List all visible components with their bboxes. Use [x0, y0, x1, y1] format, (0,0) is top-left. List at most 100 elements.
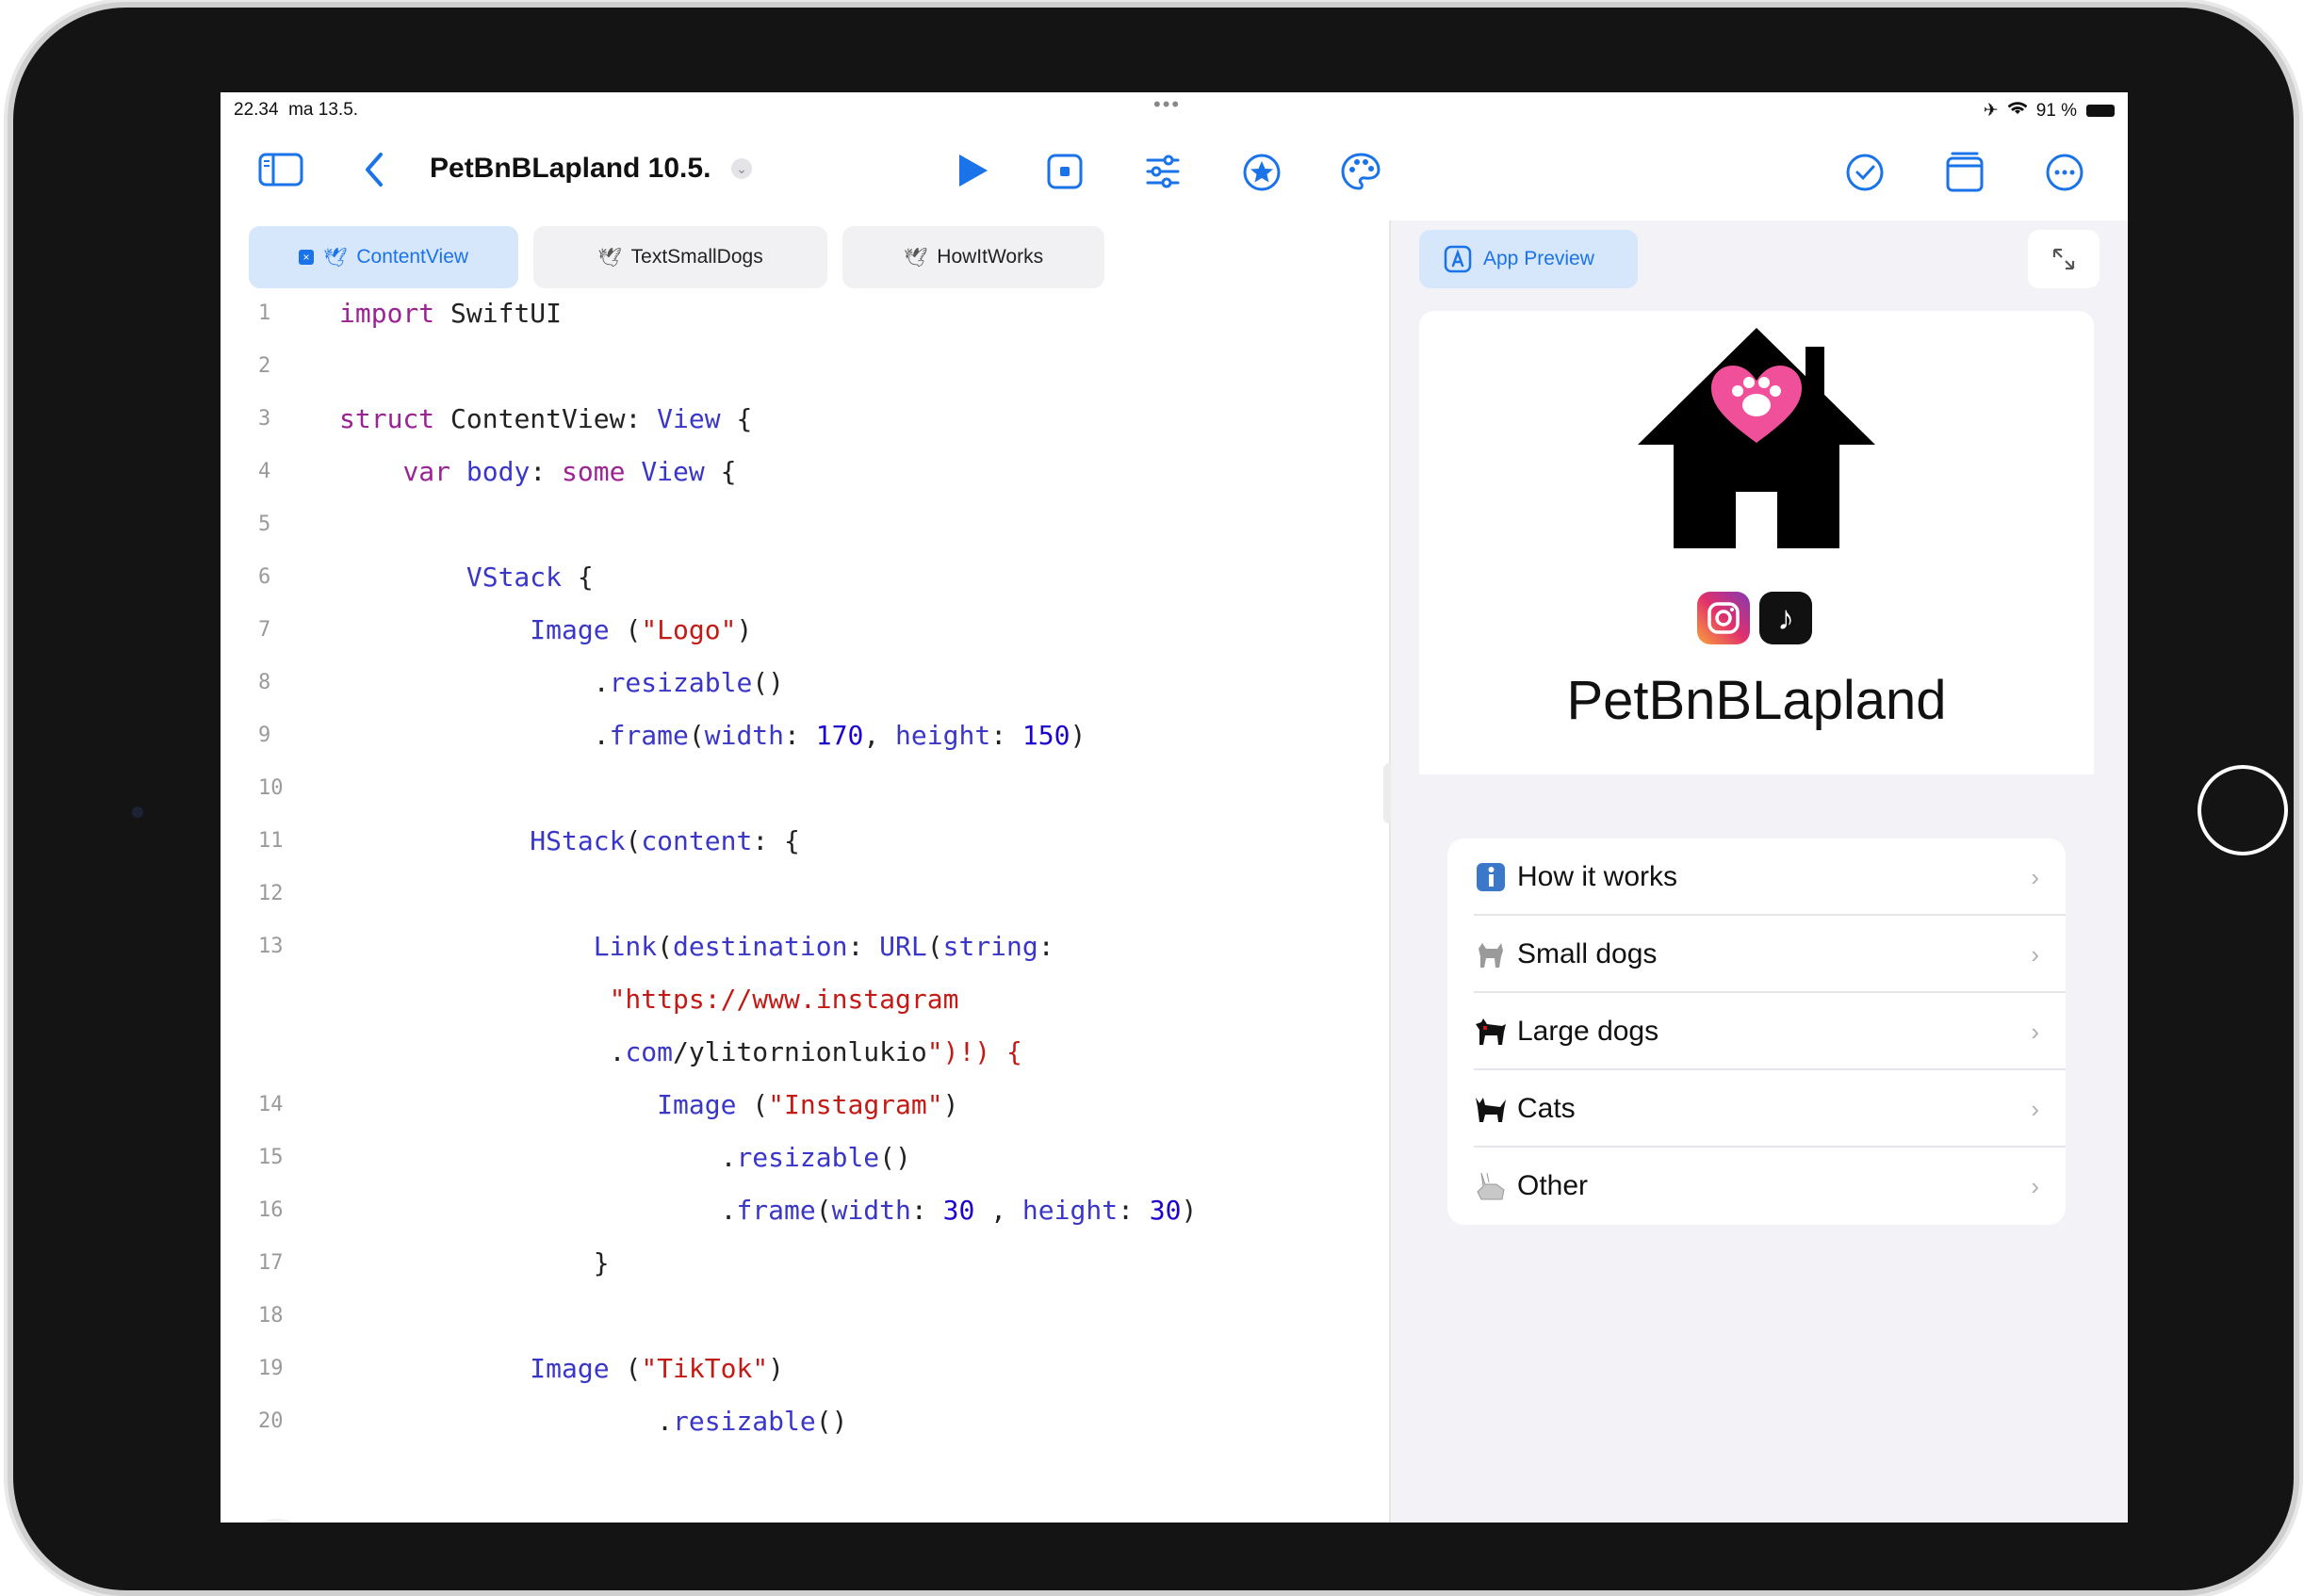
code-line[interactable]: 1 import SwiftUI	[221, 296, 1389, 349]
battery-icon	[2086, 105, 2115, 117]
rabbit-icon	[1474, 1169, 1508, 1203]
code-line[interactable]: 2	[221, 349, 1389, 401]
status-time: 22.34 ma 13.5.	[234, 100, 359, 120]
list-item-label: Small dogs	[1517, 938, 1658, 969]
instagram-icon[interactable]	[1697, 592, 1750, 644]
chevron-right-icon: ›	[2031, 940, 2039, 969]
close-tab-icon[interactable]: ×	[298, 250, 314, 265]
run-play-icon[interactable]	[956, 153, 989, 193]
list-item-cats[interactable]: Cats ›	[1447, 1070, 2066, 1148]
code-text: .resizable()	[339, 667, 785, 698]
code-text: .resizable()	[339, 1142, 911, 1173]
wifi-icon	[2007, 101, 2028, 122]
back-chevron-icon[interactable]	[362, 151, 386, 193]
tiktok-icon[interactable]: ♪	[1759, 592, 1812, 644]
code-line[interactable]: 13 Link(destination: URL(string:	[221, 929, 1389, 982]
list-item-label: Cats	[1517, 1093, 1576, 1124]
code-line[interactable]: 12	[221, 876, 1389, 929]
line-number: 8	[258, 671, 271, 694]
code-line[interactable]: 5	[221, 507, 1389, 560]
code-line[interactable]: 4 var body: some View {	[221, 454, 1389, 507]
tab-howitworks[interactable]: 🕊 HowItWorks	[842, 226, 1104, 288]
list-item-label: Large dogs	[1517, 1016, 1659, 1047]
code-line[interactable]: 17 }	[221, 1246, 1389, 1298]
code-text: Image ("Instagram")	[657, 1089, 959, 1120]
code-line[interactable]: 10	[221, 771, 1389, 823]
chevron-right-icon: ›	[2031, 1018, 2039, 1046]
multitasking-dots-icon[interactable]: •••	[1153, 92, 1181, 117]
line-number: 15	[258, 1146, 284, 1169]
code-line[interactable]: 15 .resizable()	[221, 1140, 1389, 1193]
title-menu-chevron-icon[interactable]: ⌄	[731, 158, 752, 179]
expand-arrows-icon	[2052, 248, 2075, 270]
project-title[interactable]: PetBnBLapland 10.5.	[430, 153, 711, 185]
code-editor: × 🕊 ContentView 🕊 TextSmallDogs 🕊 HowItW…	[221, 220, 1389, 1523]
code-text: .frame(width: 170, height: 150)	[339, 720, 1087, 751]
documentation-button[interactable]	[241, 1519, 313, 1523]
house-logo	[1638, 328, 1875, 548]
code-line[interactable]: 11 HStack(content: {	[221, 823, 1389, 876]
home-button[interactable]	[2198, 765, 2288, 855]
star-badge-icon[interactable]	[1242, 153, 1282, 197]
line-number: 4	[258, 460, 271, 483]
list-item-large-dogs[interactable]: Large dogs ›	[1447, 993, 2066, 1070]
preview-canvas: ♪ PetBnBLapland How it works › Small dog…	[1419, 311, 2094, 1492]
checkmark-circle-icon[interactable]	[1845, 153, 1885, 197]
code-line[interactable]: 9 .frame(width: 170, height: 150)	[221, 718, 1389, 771]
line-number: 18	[258, 1304, 284, 1327]
code-line[interactable]: 14 Image ("Instagram")	[221, 1087, 1389, 1140]
line-number: 9	[258, 724, 271, 747]
airplane-icon: ✈	[1983, 101, 1999, 121]
app-preview-tab[interactable]: App Preview	[1419, 230, 1638, 288]
code-line[interactable]: 3 struct ContentView: View {	[221, 401, 1389, 454]
tab-label: ContentView	[356, 246, 469, 268]
code-text: HStack(content: {	[530, 825, 800, 856]
code-line[interactable]: .com/ylitornionlukio")!) {	[221, 1034, 1389, 1087]
stop-icon[interactable]	[1046, 153, 1084, 195]
front-camera	[132, 806, 143, 818]
list-item-other[interactable]: Other ›	[1447, 1148, 2066, 1225]
line-number: 13	[258, 935, 284, 958]
code-text: var body: some View {	[402, 456, 737, 487]
library-icon[interactable]	[1945, 149, 1985, 199]
code-line[interactable]: 16 .frame(width: 30 , height: 30)	[221, 1193, 1389, 1246]
code-text: Image ("TikTok")	[530, 1353, 785, 1384]
app-preview-label: App Preview	[1483, 248, 1594, 269]
tab-contentview[interactable]: × 🕊 ContentView	[249, 226, 518, 288]
cat-icon	[1474, 1092, 1508, 1126]
line-number: 7	[258, 618, 271, 642]
list-item-label: Other	[1517, 1170, 1589, 1201]
ipad-screen: 22.34 ma 13.5. ••• ✈ 91 % PetBnBLapland …	[221, 92, 2128, 1523]
app-title: PetBnBLapland	[1566, 670, 1947, 731]
swift-file-icon: 🕊	[903, 247, 928, 269]
chevron-right-icon: ›	[2031, 1095, 2039, 1123]
code-text: Link(destination: URL(string:	[593, 931, 1054, 962]
line-number: 16	[258, 1198, 284, 1222]
expand-preview-button[interactable]	[2028, 230, 2100, 288]
large-dog-icon	[1474, 1015, 1508, 1049]
code-line[interactable]: "https://www.instagram	[221, 982, 1389, 1034]
code-line[interactable]: 6 VStack {	[221, 560, 1389, 612]
social-links: ♪	[1697, 592, 1812, 644]
code-line[interactable]: 19 Image ("TikTok")	[221, 1351, 1389, 1404]
list-item-small-dogs[interactable]: Small dogs ›	[1447, 916, 2066, 993]
code-line[interactable]: 18	[221, 1298, 1389, 1351]
code-line[interactable]: 7 Image ("Logo")	[221, 612, 1389, 665]
tab-textsmalldogs[interactable]: 🕊 TextSmallDogs	[533, 226, 827, 288]
more-ellipsis-icon[interactable]	[2045, 153, 2084, 197]
palette-icon[interactable]	[1340, 151, 1381, 197]
code-line[interactable]: 8 .resizable()	[221, 665, 1389, 718]
code-text: .com/ylitornionlukio")!) {	[339, 1036, 1022, 1067]
menu-list: How it works › Small dogs › Large dogs ›	[1447, 839, 2066, 1225]
line-number: 12	[258, 882, 284, 905]
line-number: 20	[258, 1409, 284, 1433]
file-tabs: × 🕊 ContentView 🕊 TextSmallDogs 🕊 HowItW…	[249, 226, 1104, 288]
line-number: 17	[258, 1251, 284, 1275]
battery-percent: 91 %	[2035, 100, 2077, 121]
code-text: .resizable()	[339, 1406, 848, 1437]
sliders-icon[interactable]	[1144, 153, 1182, 195]
sidebar-toggle-icon[interactable]	[258, 153, 303, 191]
list-item-how-it-works[interactable]: How it works ›	[1447, 839, 2066, 916]
code-line[interactable]: 20 .resizable()	[221, 1404, 1389, 1457]
chevron-right-icon: ›	[2031, 1172, 2039, 1200]
